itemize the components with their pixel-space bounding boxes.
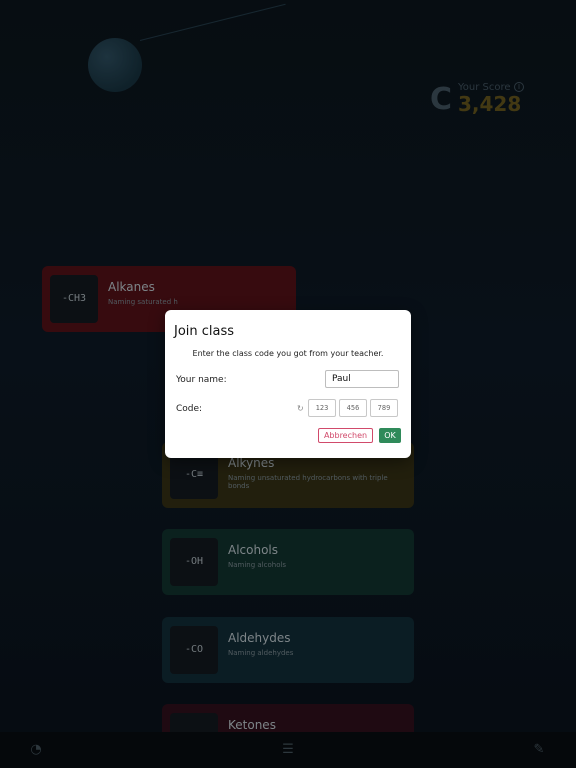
dialog-title: Join class	[174, 324, 235, 339]
refresh-icon[interactable]: ↻	[297, 404, 304, 413]
code-field-3[interactable]: 789	[370, 399, 398, 417]
cancel-button[interactable]: Abbrechen	[318, 428, 373, 443]
ok-button[interactable]: OK	[379, 428, 401, 443]
join-class-dialog: Join class Enter the class code you got …	[165, 310, 411, 458]
name-label: Your name:	[176, 375, 227, 385]
code-field-1[interactable]: 123	[308, 399, 336, 417]
code-label: Code:	[176, 404, 203, 414]
name-input[interactable]	[325, 370, 399, 388]
dialog-subtitle: Enter the class code you got from your t…	[192, 349, 384, 358]
code-field-2[interactable]: 456	[339, 399, 367, 417]
